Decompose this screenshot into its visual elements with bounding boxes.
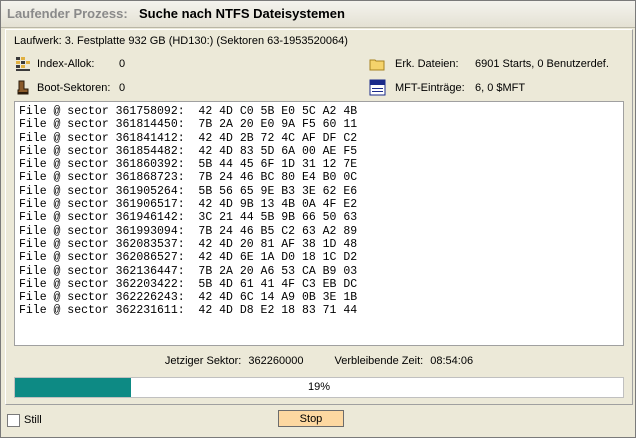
log-line: File @ sector 361946142: 3C 21 44 5B 9B … (19, 211, 358, 225)
log-line: File @ sector 361868723: 7B 24 46 BC 80 … (19, 171, 358, 185)
log-line: File @ sector 361758092: 42 4D C0 5B E0 … (19, 105, 358, 118)
log-line: File @ sector 361993094: 7B 24 46 B5 C2 … (19, 224, 358, 238)
found-files-label: Erk. Dateien: (395, 58, 459, 70)
process-window: Laufender Prozess: Suche nach NTFS Datei… (0, 0, 636, 438)
log-line: File @ sector 361841412: 42 4D 2B 72 4C … (19, 131, 358, 145)
folder-icon (369, 56, 385, 75)
current-sector-value: 362260000 (248, 355, 304, 367)
file-icon (369, 79, 386, 99)
log-line: File @ sector 361860392: 5B 44 45 6F 1D … (19, 158, 358, 172)
index-alloc-label: Index-Allok: (37, 58, 95, 70)
mft-entries-value: 6, 0 $MFT (475, 82, 526, 94)
title-bar: Laufender Prozess: Suche nach NTFS Datei… (1, 1, 635, 28)
progress-panel: Laufwerk: 3. Festplatte 932 GB (HD130:) … (5, 29, 633, 405)
drive-info: Laufwerk: 3. Festplatte 932 GB (HD130:) … (14, 35, 348, 47)
title-prefix: Laufender Prozess: (7, 6, 128, 21)
log-line: File @ sector 361854482: 42 4D 83 5D 6A … (19, 144, 358, 158)
boot-sectors-label: Boot-Sektoren: (37, 82, 111, 94)
still-label[interactable]: Still (24, 414, 42, 426)
boot-sectors-value: 0 (119, 82, 126, 94)
index-alloc-value: 0 (119, 58, 126, 70)
sector-log[interactable]: File @ sector 361758092: 42 4D C0 5B E0 … (14, 101, 624, 346)
progress-percent: 19% (307, 381, 331, 393)
log-line: File @ sector 362226243: 42 4D 6C 14 A9 … (19, 291, 358, 305)
log-line: File @ sector 362203422: 5B 4D 61 41 4F … (19, 277, 358, 291)
progress-bar: 19% (14, 377, 624, 398)
log-line: File @ sector 362086527: 42 4D 6E 1A D0 … (19, 251, 358, 265)
log-line: File @ sector 362231611: 42 4D D8 E2 18 … (19, 304, 358, 318)
boot-icon (15, 80, 31, 99)
title-main: Suche nach NTFS Dateisystemen (139, 6, 345, 21)
log-line: File @ sector 361906517: 42 4D 9B 13 4B … (19, 198, 358, 212)
sector-log-lines: File @ sector 361758092: 42 4D C0 5B E0 … (15, 102, 623, 318)
log-line: File @ sector 361905264: 5B 56 65 9E B3 … (19, 184, 358, 198)
found-files-value: 6901 Starts, 0 Benutzerdef. (475, 58, 609, 70)
mft-entries-label: MFT-Einträge: (395, 82, 465, 94)
index-grid-icon (15, 56, 31, 75)
remaining-time-value: 08:54:06 (430, 355, 474, 367)
log-line: File @ sector 362083537: 42 4D 20 81 AF … (19, 237, 358, 251)
current-sector-label: Jetziger Sektor: (164, 355, 242, 367)
log-line: File @ sector 362136447: 7B 2A 20 A6 53 … (19, 264, 358, 278)
status-line: Jetziger Sektor: 362260000 Verbleibende … (6, 355, 632, 367)
remaining-time-label: Verbleibende Zeit: (334, 355, 424, 367)
stop-button[interactable]: Stop (278, 410, 344, 427)
still-checkbox[interactable] (7, 414, 20, 427)
log-line: File @ sector 361814450: 7B 2A 20 E0 9A … (19, 118, 358, 132)
bottom-bar: Still Stop (1, 405, 635, 437)
